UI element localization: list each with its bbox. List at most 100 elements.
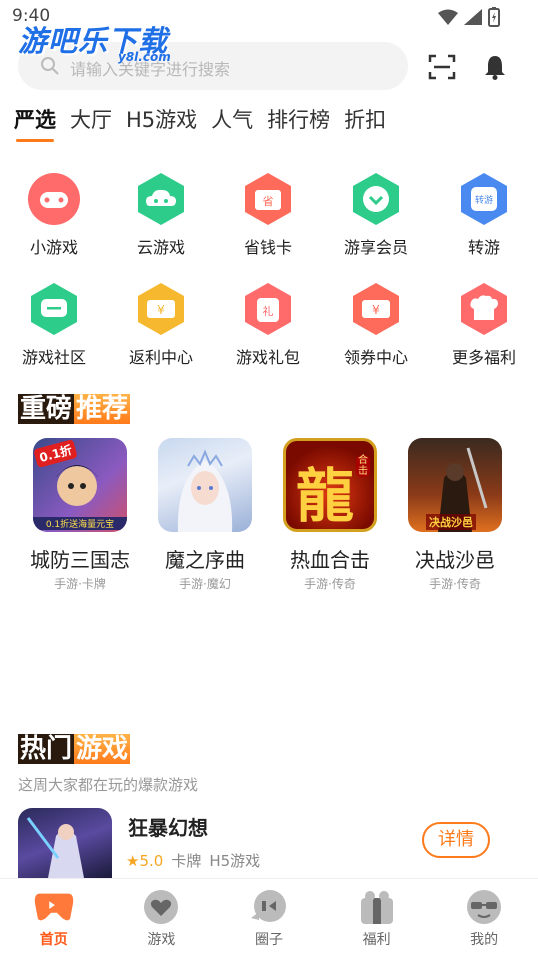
featured-game-card[interactable]: 0.1折 0.1折送海量元宝 城防三国志 手游·卡牌 xyxy=(18,438,142,592)
battery-icon xyxy=(488,7,500,27)
nav-label: 圈子 xyxy=(254,932,283,948)
grid-item-cloud-games[interactable]: 云游戏 xyxy=(107,172,215,258)
featured-title-part-a: 重磅 xyxy=(18,394,75,424)
app-logo-domain: y8l.com xyxy=(118,50,171,64)
transfer-icon: 转游 xyxy=(457,172,511,226)
grid-label: 更多福利 xyxy=(451,348,516,367)
rating: ★5.0 xyxy=(126,852,163,870)
grid-item-gift-pack[interactable]: 礼 游戏礼包 xyxy=(214,282,322,368)
game-cover-image: 决战沙邑 xyxy=(408,438,502,532)
game-name: 魔之序曲 xyxy=(165,548,245,572)
tab-yanxuan[interactable]: 严选 xyxy=(14,104,56,142)
details-button[interactable]: 详情 xyxy=(422,822,490,858)
game-category: 手游·魔幻 xyxy=(179,577,231,591)
home-gamepad-icon xyxy=(34,889,74,925)
tab-popular[interactable]: 人气 xyxy=(211,104,253,142)
star-icon: ★ xyxy=(126,851,140,870)
grid-item-vip[interactable]: 游享会员 xyxy=(322,172,430,258)
grid-label: 游享会员 xyxy=(343,238,408,257)
save-card-icon: 省 xyxy=(241,172,295,226)
status-icons xyxy=(438,7,500,27)
cloud-game-icon xyxy=(134,172,188,226)
game-cover-image: 0.1折 0.1折送海量元宝 xyxy=(33,438,127,532)
grid-item-rebate[interactable]: ¥ 返利中心 xyxy=(107,282,215,368)
nav-item-home[interactable]: 首页 xyxy=(0,879,108,957)
bell-icon[interactable] xyxy=(484,54,506,80)
grid-label: 省钱卡 xyxy=(243,238,292,257)
promo-banner: 0.1折送海量元宝 xyxy=(33,517,127,530)
nav-label: 首页 xyxy=(39,932,68,948)
circle-chat-icon xyxy=(249,889,289,925)
game-category: 手游·卡牌 xyxy=(54,577,106,591)
grid-item-more-benefits[interactable]: 更多福利 xyxy=(430,282,538,368)
game-name: 决战沙邑 xyxy=(415,548,495,572)
benefits-gift-icon xyxy=(357,889,397,925)
promo-banner: 决战沙邑 xyxy=(426,514,476,530)
nav-label: 福利 xyxy=(362,932,391,948)
nav-item-games[interactable]: 游戏 xyxy=(108,879,216,957)
game-meta: ★5.0 卡牌 H5游戏 xyxy=(126,850,260,871)
game-category: 手游·传奇 xyxy=(429,577,481,591)
game-cover-image: 龍 合击 xyxy=(283,438,377,532)
gamepad-icon xyxy=(27,172,81,226)
games-heart-icon xyxy=(141,889,181,925)
nav-label: 游戏 xyxy=(147,932,176,948)
game-name: 城防三国志 xyxy=(30,548,130,572)
featured-game-card[interactable]: 魔之序曲 手游·魔幻 xyxy=(143,438,267,592)
featured-game-card[interactable]: 决战沙邑 决战沙邑 手游·传奇 xyxy=(393,438,517,592)
game-name: 狂暴幻想 xyxy=(128,816,208,840)
grid-item-coupon[interactable]: ¥ 领券中心 xyxy=(322,282,430,368)
nav-item-profile[interactable]: 我的 xyxy=(430,879,538,957)
hot-section-subtitle: 这周大家都在玩的爆款游戏 xyxy=(18,776,199,794)
nav-item-circle[interactable]: 圈子 xyxy=(215,879,323,957)
tab-ranking[interactable]: 排行榜 xyxy=(267,104,330,142)
game-tag: H5游戏 xyxy=(209,852,261,870)
scan-icon[interactable] xyxy=(428,54,456,80)
category-tabs: 严选 大厅 H5游戏 人气 排行榜 折扣 xyxy=(14,104,386,142)
game-category: 手游·传奇 xyxy=(304,577,356,591)
hot-game-row[interactable]: 狂暴幻想 ★5.0 卡牌 H5游戏 详情 xyxy=(18,808,523,878)
coupon-icon: ¥ xyxy=(349,282,403,336)
wifi-icon xyxy=(438,9,458,25)
svg-text:礼: 礼 xyxy=(263,304,274,318)
game-name: 热血合击 xyxy=(290,548,370,572)
grid-item-save-card[interactable]: 省 省钱卡 xyxy=(214,172,322,258)
grid-label: 领券中心 xyxy=(343,348,408,367)
vip-heart-icon xyxy=(349,172,403,226)
grid-label: 云游戏 xyxy=(136,238,185,257)
hot-title-part-b: 游戏 xyxy=(74,734,131,764)
grid-item-community[interactable]: 游戏社区 xyxy=(0,282,108,368)
grid-label: 小游戏 xyxy=(29,238,78,257)
featured-title-part-b: 推荐 xyxy=(74,394,131,424)
hot-title-part-a: 热门 xyxy=(18,734,75,764)
tab-h5[interactable]: H5游戏 xyxy=(126,104,197,142)
game-cover-tag: 合击 xyxy=(356,455,370,477)
bottom-nav: 首页 游戏 圈子 福利 我的 xyxy=(0,878,538,957)
signal-icon xyxy=(464,9,482,25)
svg-text:转游: 转游 xyxy=(475,194,493,206)
chat-icon xyxy=(27,282,81,336)
grid-item-mini-games[interactable]: 小游戏 xyxy=(0,172,108,258)
grid-label: 游戏社区 xyxy=(21,348,86,367)
game-cover-glyph: 龍 xyxy=(296,462,355,530)
grid-item-transfer[interactable]: 转游 转游 xyxy=(430,172,538,258)
profile-face-icon xyxy=(464,889,504,925)
game-cover-image xyxy=(18,808,112,878)
tab-dating[interactable]: 大厅 xyxy=(70,104,112,142)
svg-text:¥: ¥ xyxy=(372,303,380,317)
svg-text:¥: ¥ xyxy=(157,303,165,317)
gift-icon: 礼 xyxy=(241,282,295,336)
tab-discount[interactable]: 折扣 xyxy=(344,104,386,142)
nav-item-benefits[interactable]: 福利 xyxy=(323,879,431,957)
game-tag: 卡牌 xyxy=(171,852,202,870)
chef-hat-icon xyxy=(457,282,511,336)
nav-label: 我的 xyxy=(470,932,499,948)
grid-label: 返利中心 xyxy=(128,348,193,367)
rating-value: 5.0 xyxy=(139,851,164,870)
grid-label: 游戏礼包 xyxy=(235,348,300,367)
featured-section-title: 重磅 推荐 xyxy=(18,388,131,425)
hot-section-title: 热门 游戏 xyxy=(18,728,131,765)
featured-game-card[interactable]: 龍 合击 热血合击 手游·传奇 xyxy=(268,438,392,592)
game-cover-image xyxy=(158,438,252,532)
grid-label: 转游 xyxy=(467,238,500,257)
